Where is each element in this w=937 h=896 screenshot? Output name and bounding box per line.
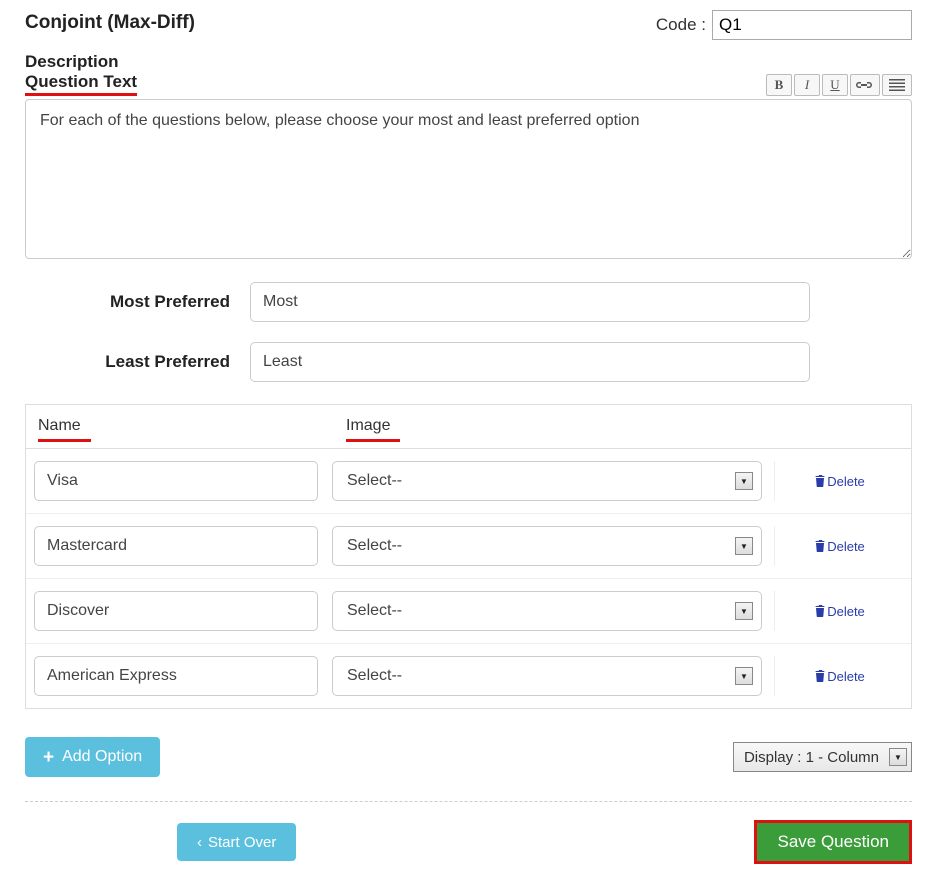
delete-option-button[interactable]: Delete <box>815 669 865 684</box>
link-button[interactable] <box>850 74 880 96</box>
column-header-name: Name <box>38 417 91 442</box>
question-text-input[interactable] <box>25 99 912 259</box>
underline-button[interactable]: U <box>822 74 848 96</box>
option-row: Select-- ▼ Delete <box>26 449 911 513</box>
delete-option-button[interactable]: Delete <box>815 474 865 489</box>
save-question-button[interactable]: Save Question <box>754 820 912 864</box>
option-name-input[interactable] <box>34 526 318 566</box>
most-preferred-input[interactable] <box>250 282 810 322</box>
start-over-button[interactable]: ‹ Start Over <box>177 823 296 861</box>
add-option-label: Add Option <box>62 748 142 766</box>
add-option-button[interactable]: + Add Option <box>25 737 160 777</box>
question-type-heading: Conjoint (Max-Diff) <box>25 10 195 34</box>
chevron-down-icon: ▼ <box>735 667 753 685</box>
trash-icon <box>815 475 825 487</box>
delete-label: Delete <box>827 539 865 554</box>
option-image-select[interactable]: Select-- ▼ <box>332 461 762 501</box>
most-preferred-label: Most Preferred <box>25 292 230 312</box>
delete-label: Delete <box>827 474 865 489</box>
chevron-down-icon: ▼ <box>735 537 753 555</box>
delete-label: Delete <box>827 669 865 684</box>
trash-icon <box>815 540 825 552</box>
delete-option-button[interactable]: Delete <box>815 604 865 619</box>
bold-button[interactable]: B <box>766 74 792 96</box>
least-preferred-input[interactable] <box>250 342 810 382</box>
description-heading: Description <box>25 52 912 72</box>
align-justify-button[interactable] <box>882 74 912 96</box>
chevron-down-icon: ▼ <box>735 472 753 490</box>
options-table: Name Image Select-- ▼ Delete Select-- ▼ Delet… <box>25 404 912 709</box>
chevron-down-icon: ▼ <box>889 748 907 766</box>
delete-label: Delete <box>827 604 865 619</box>
trash-icon <box>815 670 825 682</box>
divider <box>25 801 912 802</box>
least-preferred-label: Least Preferred <box>25 352 230 372</box>
option-row: Select-- ▼ Delete <box>26 578 911 643</box>
chevron-left-icon: ‹ <box>197 834 202 851</box>
option-row: Select-- ▼ Delete <box>26 643 911 708</box>
richtext-toolbar: B I U <box>766 74 912 96</box>
option-name-input[interactable] <box>34 461 318 501</box>
code-label: Code : <box>656 15 706 35</box>
option-name-input[interactable] <box>34 591 318 631</box>
italic-button[interactable]: I <box>794 74 820 96</box>
option-image-select[interactable]: Select-- ▼ <box>332 591 762 631</box>
option-name-input[interactable] <box>34 656 318 696</box>
display-columns-select[interactable]: Display : 1 - Column ▼ <box>733 742 912 772</box>
plus-icon: + <box>43 748 54 767</box>
chevron-down-icon: ▼ <box>735 602 753 620</box>
code-input[interactable] <box>712 10 912 40</box>
option-row: Select-- ▼ Delete <box>26 513 911 578</box>
column-header-image: Image <box>346 417 400 442</box>
option-image-value: Select-- <box>347 667 402 685</box>
option-image-select[interactable]: Select-- ▼ <box>332 526 762 566</box>
option-image-value: Select-- <box>347 602 402 620</box>
trash-icon <box>815 605 825 617</box>
option-image-value: Select-- <box>347 537 402 555</box>
code-field-group: Code : <box>656 10 912 40</box>
delete-option-button[interactable]: Delete <box>815 539 865 554</box>
option-image-value: Select-- <box>347 472 402 490</box>
question-text-heading: Question Text <box>25 72 137 96</box>
option-image-select[interactable]: Select-- ▼ <box>332 656 762 696</box>
